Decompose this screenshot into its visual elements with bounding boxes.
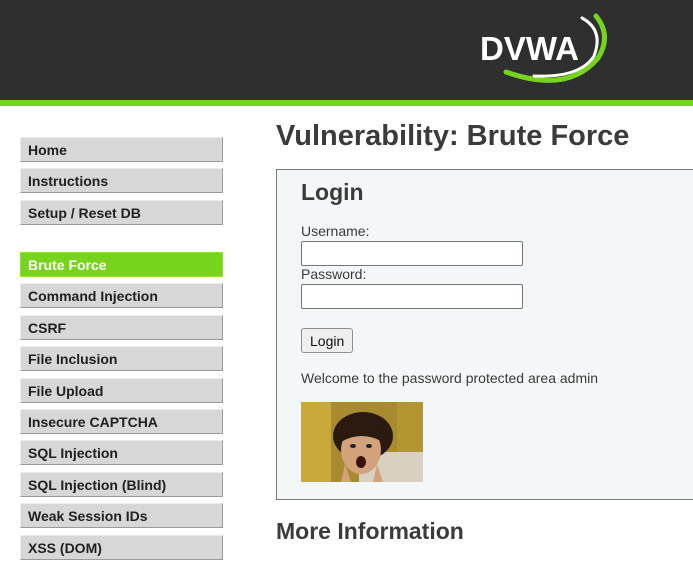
dvwa-logo: DVWA — [480, 13, 607, 83]
user-avatar-image — [301, 402, 423, 482]
logo-text: DVWA — [480, 30, 579, 67]
menu-item-sql-injection[interactable]: SQL Injection — [20, 440, 223, 465]
menu-item-file-upload[interactable]: File Upload — [20, 378, 223, 403]
menu-item-weak-session-ids[interactable]: Weak Session IDs — [20, 503, 223, 528]
login-button[interactable]: Login — [301, 328, 354, 353]
welcome-message: Welcome to the password protected area a… — [301, 370, 599, 386]
menu-item-brute-force[interactable]: Brute Force — [20, 252, 223, 277]
more-information-heading: More Information — [276, 518, 464, 544]
menu-item-home[interactable]: Home — [20, 137, 223, 162]
menu-item-instructions[interactable]: Instructions — [20, 168, 223, 193]
menu-item-sql-injection-blind[interactable]: SQL Injection (Blind) — [20, 472, 223, 497]
menu-item-csrf[interactable]: CSRF — [20, 315, 223, 340]
username-input[interactable] — [301, 241, 523, 266]
menu-item-insecure-captcha[interactable]: Insecure CAPTCHA — [20, 409, 223, 434]
menu-item-command-injection[interactable]: Command Injection — [20, 283, 223, 308]
page-title: Vulnerability: Brute Force — [276, 120, 630, 152]
menu-item-setup-reset-db[interactable]: Setup / Reset DB — [20, 200, 223, 225]
username-label: Username: — [301, 223, 370, 239]
password-label: Password: — [301, 266, 367, 282]
login-title: Login — [301, 179, 364, 205]
menu-item-file-inclusion[interactable]: File Inclusion — [20, 346, 223, 371]
login-panel: Login Username: Password: Login Welcome … — [276, 169, 693, 500]
menu-item-xss-dom[interactable]: XSS (DOM) — [20, 535, 223, 560]
page-header: DVWA — [0, 0, 693, 106]
password-input[interactable] — [301, 284, 523, 309]
